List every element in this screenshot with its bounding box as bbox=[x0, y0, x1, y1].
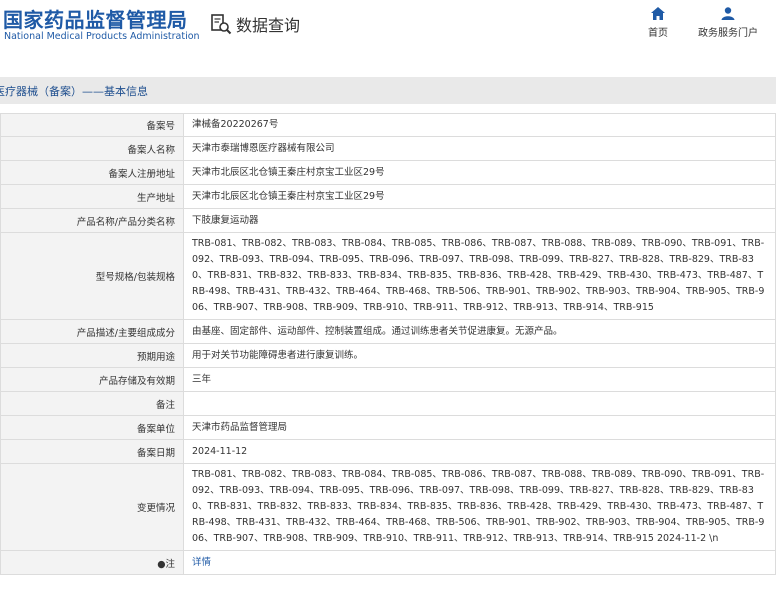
field-label: 备案日期 bbox=[0, 439, 184, 464]
site-header: 国家药品监督管理局 National Medical Products Admi… bbox=[0, 0, 776, 62]
home-icon bbox=[651, 7, 665, 20]
table-row: 备案人名称 天津市泰瑞博恩医疗器械有限公司 bbox=[0, 136, 776, 161]
field-value: 天津市泰瑞博恩医疗器械有限公司 bbox=[183, 136, 776, 161]
nav-home[interactable]: 首页 bbox=[643, 7, 673, 39]
nav-service-portal-label: 政务服务门户 bbox=[698, 28, 758, 39]
table-row: 产品名称/产品分类名称 下肢康复运动器 bbox=[0, 208, 776, 233]
section-title-bar: 医疗器械（备案）——基本信息 bbox=[0, 77, 776, 104]
field-value bbox=[183, 391, 776, 416]
section-title: 医疗器械（备案）——基本信息 bbox=[0, 85, 148, 98]
field-label: 型号规格/包装规格 bbox=[0, 232, 184, 320]
detail-table: 备案号 津械备20220267号 备案人名称 天津市泰瑞博恩医疗器械有限公司 备… bbox=[0, 113, 776, 575]
field-label: 备案人注册地址 bbox=[0, 160, 184, 185]
table-row: 型号规格/包装规格 TRB-081、TRB-082、TRB-083、TRB-08… bbox=[0, 232, 776, 320]
field-label: 产品描述/主要组成成分 bbox=[0, 319, 184, 344]
field-label: 备案人名称 bbox=[0, 136, 184, 161]
field-value: 天津市北辰区北仓镇王秦庄村京宝工业区29号 bbox=[183, 184, 776, 209]
field-value: 详情 bbox=[183, 550, 776, 575]
nav-service-portal[interactable]: 政务服务门户 bbox=[695, 7, 761, 39]
field-value: 天津市药品监督管理局 bbox=[183, 415, 776, 440]
field-label: 产品名称/产品分类名称 bbox=[0, 208, 184, 233]
field-label: 备案号 bbox=[0, 113, 184, 137]
data-query-title: 数据查询 bbox=[236, 16, 301, 35]
nav-home-label: 首页 bbox=[648, 28, 668, 39]
table-row: 备案人注册地址 天津市北辰区北仓镇王秦庄村京宝工业区29号 bbox=[0, 160, 776, 185]
table-row: 变更情况 TRB-081、TRB-082、TRB-083、TRB-084、TRB… bbox=[0, 463, 776, 551]
details-link[interactable]: 详情 bbox=[192, 557, 211, 568]
field-value: 津械备20220267号 bbox=[183, 113, 776, 137]
field-label: 备注 bbox=[0, 391, 184, 416]
table-row: 备案号 津械备20220267号 bbox=[0, 113, 776, 137]
search-document-icon bbox=[211, 14, 232, 35]
field-label: 生产地址 bbox=[0, 184, 184, 209]
field-value: 三年 bbox=[183, 367, 776, 392]
table-row: 备注 bbox=[0, 391, 776, 416]
table-row: 产品描述/主要组成成分 由基座、固定部件、运动部件、控制装置组成。通过训练患者关… bbox=[0, 319, 776, 344]
field-value: 2024-11-12 bbox=[183, 439, 776, 464]
data-query-heading: 数据查询 bbox=[210, 12, 300, 36]
table-row: 预期用途 用于对关节功能障碍患者进行康复训练。 bbox=[0, 343, 776, 368]
site-logo-cn[interactable]: 国家药品监督管理局 bbox=[3, 4, 188, 33]
table-row: 产品存储及有效期 三年 bbox=[0, 367, 776, 392]
field-value: 下肢康复运动器 bbox=[183, 208, 776, 233]
field-label: 产品存储及有效期 bbox=[0, 367, 184, 392]
field-label: ●注 bbox=[0, 550, 184, 575]
table-row: ●注 详情 bbox=[0, 550, 776, 575]
user-icon bbox=[721, 7, 735, 20]
field-label: 备案单位 bbox=[0, 415, 184, 440]
table-row: 备案日期 2024-11-12 bbox=[0, 439, 776, 464]
table-row: 备案单位 天津市药品监督管理局 bbox=[0, 415, 776, 440]
field-label: 预期用途 bbox=[0, 343, 184, 368]
site-logo-en[interactable]: National Medical Products Administration bbox=[4, 31, 200, 42]
field-value: 用于对关节功能障碍患者进行康复训练。 bbox=[183, 343, 776, 368]
table-row: 生产地址 天津市北辰区北仓镇王秦庄村京宝工业区29号 bbox=[0, 184, 776, 209]
field-label: 变更情况 bbox=[0, 463, 184, 551]
field-value: TRB-081、TRB-082、TRB-083、TRB-084、TRB-085、… bbox=[183, 463, 776, 551]
field-value: TRB-081、TRB-082、TRB-083、TRB-084、TRB-085、… bbox=[183, 232, 776, 320]
field-value: 由基座、固定部件、运动部件、控制装置组成。通过训练患者关节促进康复。无源产品。 bbox=[183, 319, 776, 344]
field-value: 天津市北辰区北仓镇王秦庄村京宝工业区29号 bbox=[183, 160, 776, 185]
